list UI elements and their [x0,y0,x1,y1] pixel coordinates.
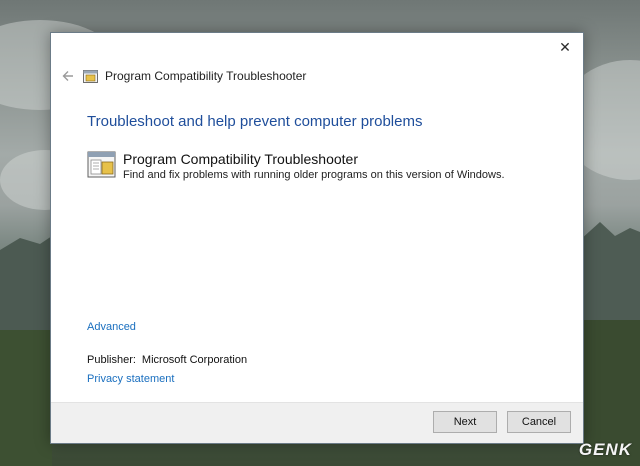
page-heading: Troubleshoot and help prevent computer p… [87,113,423,130]
troubleshooter-description: Find and fix problems with running older… [123,169,505,181]
advanced-link[interactable]: Advanced [87,321,136,333]
cancel-button[interactable]: Cancel [507,411,571,433]
close-button[interactable]: ✕ [555,37,575,57]
troubleshooter-item[interactable]: Program Compatibility Troubleshooter Fin… [87,151,505,181]
privacy-statement-link[interactable]: Privacy statement [87,373,174,385]
program-compatibility-icon [83,69,98,83]
program-compatibility-icon [87,151,116,178]
publisher-row: Publisher: Microsoft Corporation [87,354,247,366]
window-title: Program Compatibility Troubleshooter [105,69,307,83]
dialog-footer: Next Cancel [51,402,583,443]
troubleshooter-title: Program Compatibility Troubleshooter [123,151,358,167]
publisher-label: Publisher: [87,354,136,366]
close-icon: ✕ [559,39,571,55]
publisher-value: Microsoft Corporation [141,354,248,366]
watermark-logo: GENK [578,440,632,459]
troubleshooter-dialog: ✕ Program Compatibility Troubleshooter T… [50,32,584,444]
title-bar: Program Compatibility Troubleshooter [61,67,306,85]
back-arrow-icon[interactable] [61,69,75,83]
next-button[interactable]: Next [433,411,497,433]
